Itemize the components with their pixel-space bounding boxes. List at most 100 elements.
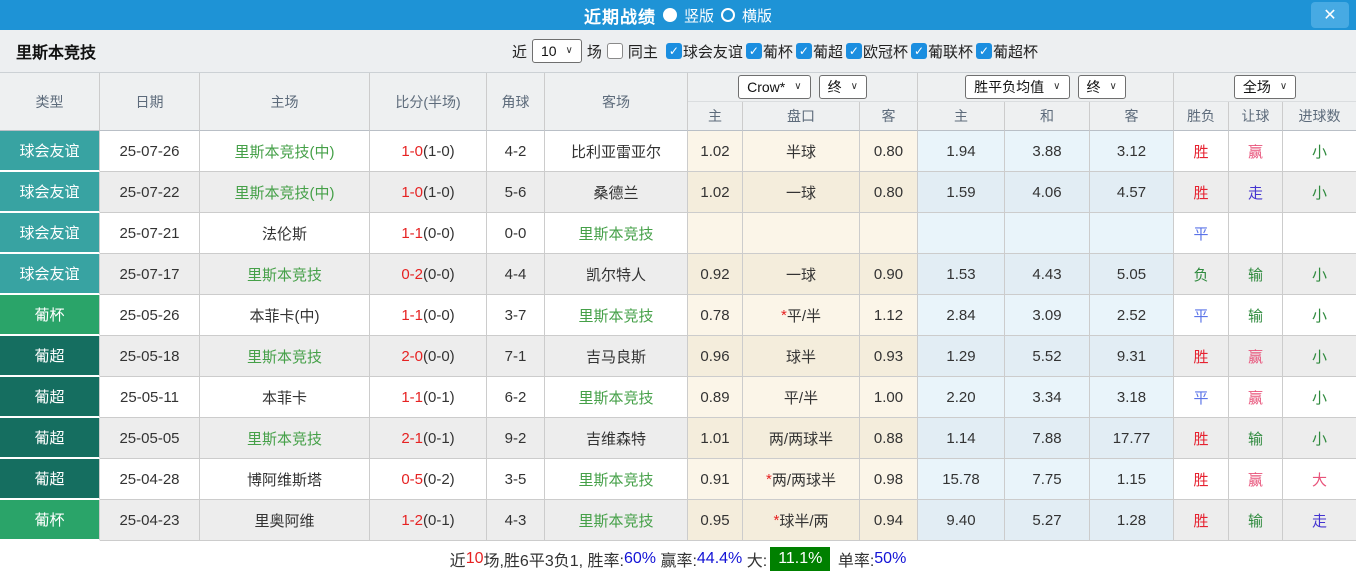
vertical-radio-icon[interactable]: [662, 8, 677, 22]
league-checkbox-label[interactable]: 球会友谊: [683, 41, 743, 62]
same-home-checkbox[interactable]: [606, 43, 623, 59]
score-cell: 2-1 (0-1): [370, 418, 487, 459]
league-checkbox[interactable]: ✓: [845, 43, 862, 59]
type-badge: 葡超: [0, 336, 100, 377]
summary-segment: 10: [465, 549, 484, 567]
fulltime-score: 2-1: [401, 429, 423, 447]
handicap-away-odds-cell: 0.98: [860, 459, 918, 500]
away-team-cell: 凯尔特人: [545, 254, 688, 295]
result-cell: 胜: [1174, 500, 1229, 541]
horizontal-radio-icon[interactable]: [721, 8, 735, 22]
league-checkbox-label[interactable]: 葡超: [813, 41, 843, 62]
corner-cell: 5-6: [487, 172, 545, 213]
handicap-line-text: 球半: [785, 348, 816, 366]
league-checkbox[interactable]: ✓: [910, 43, 927, 59]
handicap-away-odds-cell: 1.00: [860, 377, 918, 418]
same-home-label[interactable]: 同主: [628, 41, 658, 62]
halftime-score: (0-0): [423, 347, 455, 365]
away-team-cell: 桑德兰: [545, 172, 688, 213]
type-badge: 球会友谊: [0, 172, 100, 213]
handicap-home-odds-cell: 0.92: [688, 254, 743, 295]
league-checkbox[interactable]: ✓: [665, 43, 682, 59]
handicap-home-odds-cell: 0.95: [688, 500, 743, 541]
date-cell: 25-07-26: [100, 131, 200, 172]
home-team-cell: 法伦斯: [200, 213, 370, 254]
window-title: 近期战绩: [583, 7, 656, 27]
league-filter-item[interactable]: ✓ 葡联杯: [910, 41, 973, 62]
horizontal-radio-label[interactable]: 横版: [742, 5, 772, 26]
lose-odds-cell: 1.15: [1090, 459, 1174, 500]
league-filter-item[interactable]: ✓ 葡超杯: [975, 41, 1038, 62]
chevron-down-icon: ∨: [794, 81, 802, 92]
league-checkbox-label[interactable]: 葡超杯: [993, 41, 1038, 62]
avg-select-group: 胜平负均值 ∨ 终 ∨: [918, 73, 1174, 102]
league-filter-item[interactable]: ✓ 葡超: [795, 41, 843, 62]
fulltime-score: 0-5: [401, 470, 423, 488]
type-badge: 葡超: [0, 377, 100, 418]
win-odds-cell: 1.53: [918, 254, 1005, 295]
handicap-line-cell: 一球: [743, 254, 860, 295]
halftime-score: (1-0): [423, 183, 455, 201]
home-team-cell: 里斯本竞技(中): [200, 131, 370, 172]
close-icon: ✕: [1323, 7, 1337, 24]
draw-odds-cell: 3.09: [1005, 295, 1090, 336]
corner-cell: 0-0: [487, 213, 545, 254]
win-odds-cell: 1.94: [918, 131, 1005, 172]
draw-odds-cell: 7.75: [1005, 459, 1090, 500]
score-cell: 1-1 (0-1): [370, 377, 487, 418]
halftime-score: (0-1): [423, 388, 455, 406]
avg-type-select[interactable]: 胜平负均值 ∨: [965, 75, 1070, 99]
close-button[interactable]: ✕: [1311, 2, 1349, 28]
handicap-stage-select[interactable]: 终 ∨: [818, 75, 867, 99]
corner-cell: 3-5: [487, 459, 545, 500]
goals-result-cell: [1283, 213, 1356, 254]
scope-select[interactable]: 全场 ∨: [1233, 75, 1297, 99]
league-filter-item[interactable]: ✓ 葡杯: [745, 41, 793, 62]
handicap-result-cell: 输: [1229, 418, 1283, 459]
vertical-radio-label[interactable]: 竖版: [684, 5, 714, 26]
win-odds-cell: 9.40: [918, 500, 1005, 541]
league-filter-item[interactable]: ✓ 欧冠杯: [845, 41, 908, 62]
odds-company-select[interactable]: Crow* ∨: [738, 75, 811, 99]
goals-result-cell: 小: [1283, 336, 1356, 377]
league-checkbox-label[interactable]: 葡杯: [763, 41, 793, 62]
avg-stage-select[interactable]: 终 ∨: [1077, 75, 1126, 99]
lose-odds-cell: 1.28: [1090, 500, 1174, 541]
corner-cell: 4-3: [487, 500, 545, 541]
handicap-home-odds-cell: 1.02: [688, 172, 743, 213]
away-team-cell: 吉马良斯: [545, 336, 688, 377]
handicap-stage-value: 终: [827, 79, 842, 95]
home-team-cell: 本菲卡(中): [200, 295, 370, 336]
lose-odds-cell: 17.77: [1090, 418, 1174, 459]
sub-header-handicap-line: 盘口: [743, 102, 860, 131]
handicap-result-cell: [1229, 213, 1283, 254]
match-count-select[interactable]: 10 ∨: [531, 39, 582, 63]
summary-segment: 近: [449, 552, 466, 570]
halftime-score: (0-1): [423, 429, 455, 447]
fulltime-score: 1-1: [401, 388, 423, 406]
handicap-away-odds-cell: 0.88: [860, 418, 918, 459]
handicap-line-cell: * 球半/两: [743, 500, 860, 541]
league-checkbox-group: ✓ 球会友谊 ✓ 葡杯 ✓ 葡超 ✓ 欧冠杯 ✓ 葡联杯 ✓ 葡超杯: [663, 41, 1038, 62]
summary-segment: 60%: [623, 549, 656, 567]
handicap-away-odds-cell: [860, 213, 918, 254]
handicap-away-odds-cell: 0.80: [860, 172, 918, 213]
date-cell: 25-04-23: [100, 500, 200, 541]
handicap-line-cell: 一球: [743, 172, 860, 213]
type-badge: 葡超: [0, 459, 100, 500]
league-checkbox[interactable]: ✓: [795, 43, 812, 59]
handicap-line-cell: * 两/两球半: [743, 459, 860, 500]
goals-result-cell: 小: [1283, 295, 1356, 336]
date-cell: 25-04-28: [100, 459, 200, 500]
handicap-result-cell: 输: [1229, 254, 1283, 295]
handicap-result-cell: 赢: [1229, 459, 1283, 500]
league-checkbox[interactable]: ✓: [975, 43, 992, 59]
avg-type-value: 胜平负均值: [974, 79, 1045, 95]
league-checkbox-label[interactable]: 欧冠杯: [863, 41, 908, 62]
handicap-result-cell: 赢: [1229, 131, 1283, 172]
near-label: 近: [511, 43, 527, 61]
league-checkbox-label[interactable]: 葡联杯: [928, 41, 973, 62]
league-filter-item[interactable]: ✓ 球会友谊: [665, 41, 743, 62]
league-checkbox[interactable]: ✓: [745, 43, 762, 59]
col-header-away: 客场: [545, 73, 688, 131]
